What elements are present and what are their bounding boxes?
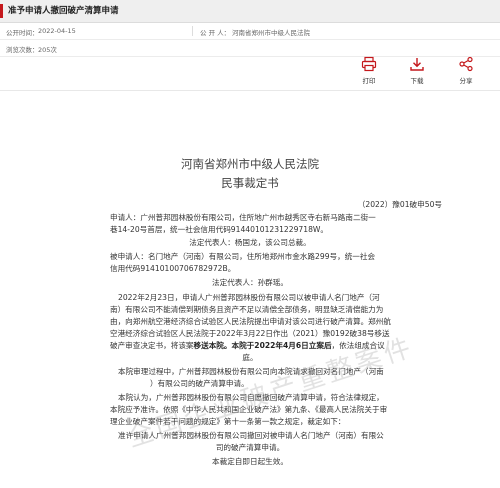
views-label: 浏览次数： <box>6 46 39 54</box>
ruling-line-2: 司的破产清算申请。 <box>215 443 285 452</box>
share-icon <box>459 56 473 72</box>
publish-date-label: 公开时间： <box>6 29 39 37</box>
facts-line-6: 庭。 <box>242 353 258 362</box>
meta-divider <box>192 26 193 36</box>
applicant-line-1: 申请人：广州普邦园林股份有限公司，住所地广州市越秀区寺右新马路南二街一 <box>110 213 376 222</box>
respondent-line-2: 信用代码914101007067829​72B。 <box>110 264 236 273</box>
facts-line-3: 由，向郑州航空港经济综合试验区人民法院提出申请对该公司进行破产清算。郑州航 <box>110 317 391 326</box>
share-button[interactable]: 分享 <box>446 56 486 85</box>
respondent-line-1: 被申请人：名门地产（河南）有限公司，住所地郑州市金水路299号，统一社会 <box>110 252 376 261</box>
page-title-bar: 准予申请人撤回破产清算申请 <box>0 0 500 23</box>
publisher: 河南省郑州市中级人民法院 <box>232 29 310 37</box>
download-icon <box>410 58 424 71</box>
facts-filing-highlight: 。本院于2022年4月6日立案后 <box>223 341 332 350</box>
download-button[interactable]: 下载 <box>397 56 437 85</box>
respondent-representative: 法定代表人：孙群瑶。 <box>212 278 288 287</box>
publish-date: 2022-04-15 <box>38 27 76 35</box>
applicant-line-2: 巷14-20号首层，统一社会信用代码91440101231229718W。 <box>110 225 329 234</box>
facts-line-5-part-a: 破产审查决定书，将该案 <box>110 341 194 350</box>
meta-row-publish: 公开时间： 2022-04-15 公 开 人： 河南省郑州市中级人民法院 <box>0 23 500 40</box>
title-accent-bar <box>0 4 3 18</box>
effect-statement: 本裁定自即日起生效。 <box>212 457 288 466</box>
document-type: 民事裁定书 <box>221 176 279 190</box>
case-number: （2022）豫01破申50号 <box>357 200 442 209</box>
publisher-label: 公 开 人： <box>200 29 231 37</box>
print-icon <box>361 56 377 72</box>
print-label: 打印 <box>362 77 376 85</box>
facts-transfer-highlight: 移送本院 <box>193 341 224 350</box>
facts-line-2: 南）有限公司不能清偿到期债务且资产不足以清偿全部债务，明显缺乏清偿能力为 <box>110 305 384 314</box>
court-name: 河南省郑州市中级人民法院 <box>181 157 319 171</box>
header-divider <box>0 90 500 91</box>
views-count: 205次 <box>38 46 57 54</box>
print-button[interactable]: 打印 <box>349 56 389 85</box>
share-label: 分享 <box>459 77 473 85</box>
page-title: 准予申请人撤回破产清算申请 <box>8 6 119 16</box>
meta-row-views: 浏览次数： 205次 <box>0 40 500 57</box>
applicant-representative: 法定代表人：杨国龙，该公司总裁。 <box>189 238 311 247</box>
download-label: 下载 <box>410 77 424 85</box>
facts-line-1: 2022年2月23日，申请人广州普邦园林股份有限公司以被申请人名门地产（河 <box>118 293 380 302</box>
